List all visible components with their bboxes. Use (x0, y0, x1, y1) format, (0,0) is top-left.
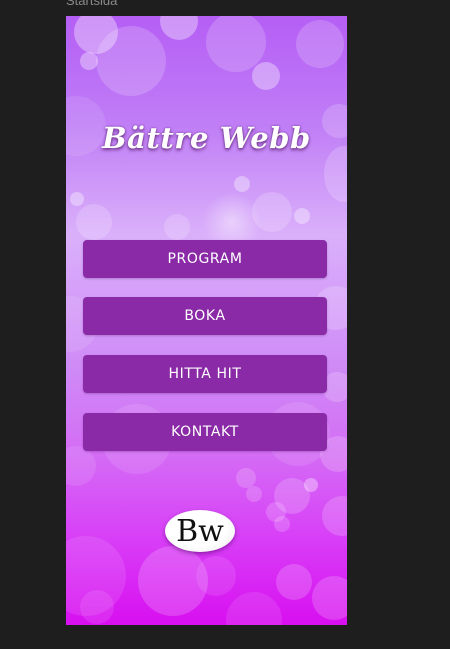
bokeh-decoration (246, 486, 262, 502)
bokeh-decoration (80, 590, 114, 624)
bokeh-decoration (304, 478, 318, 492)
bokeh-decoration (160, 16, 198, 40)
bokeh-decoration (234, 176, 250, 192)
bokeh-decoration (294, 208, 310, 224)
bokeh-decoration (66, 446, 96, 486)
bokeh-decoration (252, 62, 280, 90)
bw-logo[interactable]: Bw (165, 510, 235, 552)
bokeh-decoration (312, 576, 347, 620)
menu-button-kontakt[interactable]: KONTAKT (83, 413, 327, 451)
bokeh-decoration (296, 20, 344, 68)
menu-button-boka[interactable]: BOKA (83, 297, 327, 335)
bokeh-decoration (196, 556, 236, 596)
bokeh-decoration (276, 564, 312, 600)
bokeh-decoration (76, 204, 112, 240)
bokeh-decoration (164, 214, 190, 240)
logo-text: Bw (176, 514, 224, 549)
app-title: Bättre Webb (102, 121, 311, 155)
frame-label: Startsida (66, 0, 118, 8)
bokeh-decoration (322, 496, 347, 536)
menu-button-hitta-hit[interactable]: HITTA HIT (83, 355, 327, 393)
menu-button-program[interactable]: PROGRAM (83, 240, 327, 278)
bokeh-decoration (236, 468, 256, 488)
bokeh-decoration (70, 192, 84, 206)
bokeh-decoration (96, 26, 166, 96)
bokeh-decoration (274, 516, 290, 532)
bokeh-decoration (80, 52, 98, 70)
bokeh-decoration (226, 592, 282, 625)
app-screen: Bättre Webb PROGRAM BOKA HITTA HIT KONTA… (66, 16, 347, 625)
